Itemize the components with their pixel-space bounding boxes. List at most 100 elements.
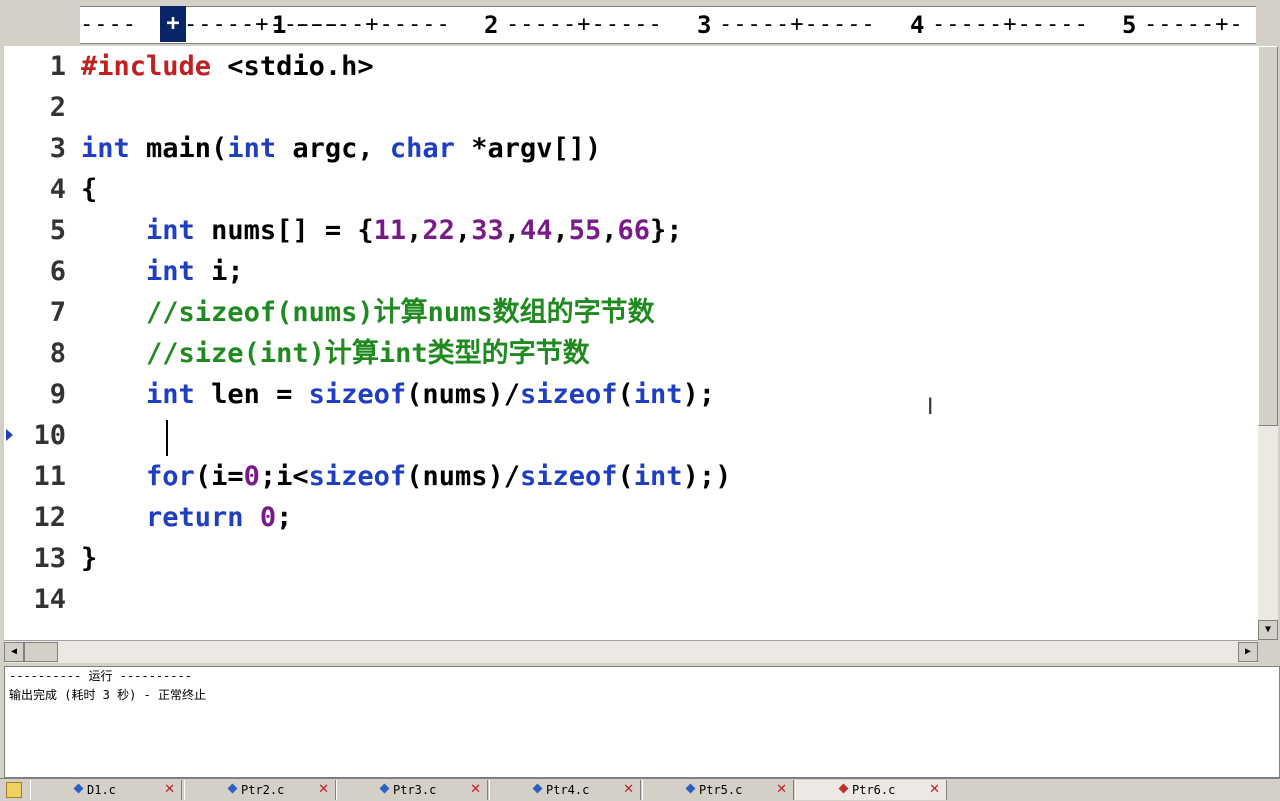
file-tab[interactable]: Ptr6.c ✕ [795,780,947,800]
code-token: int [81,133,130,164]
ruler-dashes: -----+----- [294,12,451,37]
ruler-corner [1258,0,1280,46]
line-number: 4 [49,174,66,205]
ruler-tick-2: 2 [484,11,499,39]
vertical-scrollbar[interactable]: ▼ [1258,46,1278,640]
code-line[interactable]: } [81,538,97,579]
scroll-left-arrow-icon[interactable]: ◀ [4,642,24,662]
code-token: int [146,215,195,246]
code-line[interactable]: for(i=0;i<sizeof(nums)/sizeof(int);) [81,456,731,497]
code-line[interactable]: int i; [81,251,244,292]
close-tab-icon[interactable]: ✕ [470,780,481,800]
code-token: return [146,502,244,533]
file-tab-label: Ptr2.c [241,783,285,797]
ruler-tick-4: 4 [910,11,925,39]
file-tab-label: D1.c [87,783,116,797]
code-line[interactable]: int nums[] = {11,22,33,44,55,66}; [81,210,683,251]
line-number: 11 [33,461,66,492]
code-token: }; [650,215,683,246]
code-token: } [81,543,98,574]
line-number: 13 [33,543,66,574]
code-token: len = [194,379,309,410]
ruler-strip: ---- -----+----- 1 -----+----- 2 -----+-… [80,6,1256,44]
code-token: ); [682,379,716,410]
code-token: 11 [373,215,407,246]
line-number: 3 [49,133,66,164]
file-modified-icon [379,783,390,794]
ruler-dashes: -----+----- [932,12,1089,37]
ruler: ---- -----+----- 1 -----+----- 2 -----+-… [0,0,1280,46]
file-tab[interactable]: D1.c ✕ [30,780,182,800]
code-line[interactable]: return 0; [81,497,292,538]
code-token: sizeof [519,379,618,410]
ruler-dashes: -----+----- [506,12,663,37]
code-token: ( [617,379,634,410]
close-tab-icon[interactable]: ✕ [318,780,329,800]
ruler-tick-3: 3 [697,11,712,39]
code-token: , [552,215,569,246]
line-number: 14 [33,584,66,615]
horizontal-scrollbar-thumb[interactable] [24,642,58,662]
code-token: #include [81,51,212,82]
file-tab[interactable]: Ptr4.c ✕ [489,780,641,800]
close-tab-icon[interactable]: ✕ [929,780,940,800]
file-modified-icon [838,783,849,794]
code-token: 0 [259,502,277,533]
close-tab-icon[interactable]: ✕ [623,780,634,800]
horizontal-scrollbar[interactable]: ◀ ▶ [4,640,1258,663]
close-tab-icon[interactable]: ✕ [776,780,787,800]
code-token: 33 [471,215,504,246]
code-token: 44 [519,215,553,246]
output-status-line: 输出完成 (耗时 3 秒) - 正常终止 [9,688,207,702]
code-token: 0 [243,461,260,492]
code-line[interactable]: int main(int argc, char *argv[]) [81,128,601,169]
code-line[interactable]: #include <stdio.h> [81,46,374,87]
code-line[interactable]: //sizeof(nums)计算nums数组的字节数 [81,292,655,333]
ruler-dashes: -----+----- [719,12,876,37]
code-token: argc, [276,133,390,164]
folder-icon[interactable] [6,782,22,798]
output-panel[interactable]: ---------- 运行 ---------- 输出完成 (耗时 3 秒) -… [4,666,1280,778]
scroll-right-arrow-icon[interactable]: ▶ [1238,642,1258,662]
file-tab[interactable]: Ptr5.c ✕ [642,780,794,800]
code-token: int [633,379,683,410]
file-modified-icon [532,783,543,794]
file-tab[interactable]: Ptr2.c ✕ [184,780,336,800]
code-token: );) [682,461,732,492]
code-token: { [81,174,98,205]
code-line[interactable]: //size(int)计算int类型的字节数 [81,333,590,374]
code-token: (nums)/ [406,461,520,492]
scrollbar-corner [1258,640,1280,662]
code-token: sizeof [308,379,407,410]
file-modified-icon [685,783,696,794]
close-tab-icon[interactable]: ✕ [164,780,175,800]
code-token: //size(int)计算int类型的字节数 [146,338,590,369]
code-token: 55 [568,215,602,246]
line-number: 8 [49,338,66,369]
code-token: (i= [194,461,244,492]
file-tab-label: Ptr5.c [699,783,743,797]
code-line[interactable]: int len = sizeof(nums)/sizeof(int); [81,374,715,415]
line-number: 7 [49,297,66,328]
line-number: 9 [49,379,66,410]
line-number: 10 [33,420,66,451]
code-token: int [146,256,195,287]
file-tab-label: Ptr3.c [393,783,437,797]
code-token: sizeof [519,461,618,492]
file-tab[interactable]: Ptr3.c ✕ [336,780,488,800]
vertical-scrollbar-thumb[interactable] [1258,46,1278,426]
code-editor[interactable]: I 1 #include <stdio.h> 2 3 int main(int argc… [4,46,1258,640]
code-line[interactable]: { [81,169,97,210]
code-token: int [633,461,683,492]
line-number: 2 [49,92,66,123]
line-number: 12 [33,502,66,533]
file-tab-label: Ptr6.c [852,783,896,797]
ruler-tick-1: 1 [272,11,287,39]
scroll-down-arrow-icon[interactable]: ▼ [1258,620,1278,640]
